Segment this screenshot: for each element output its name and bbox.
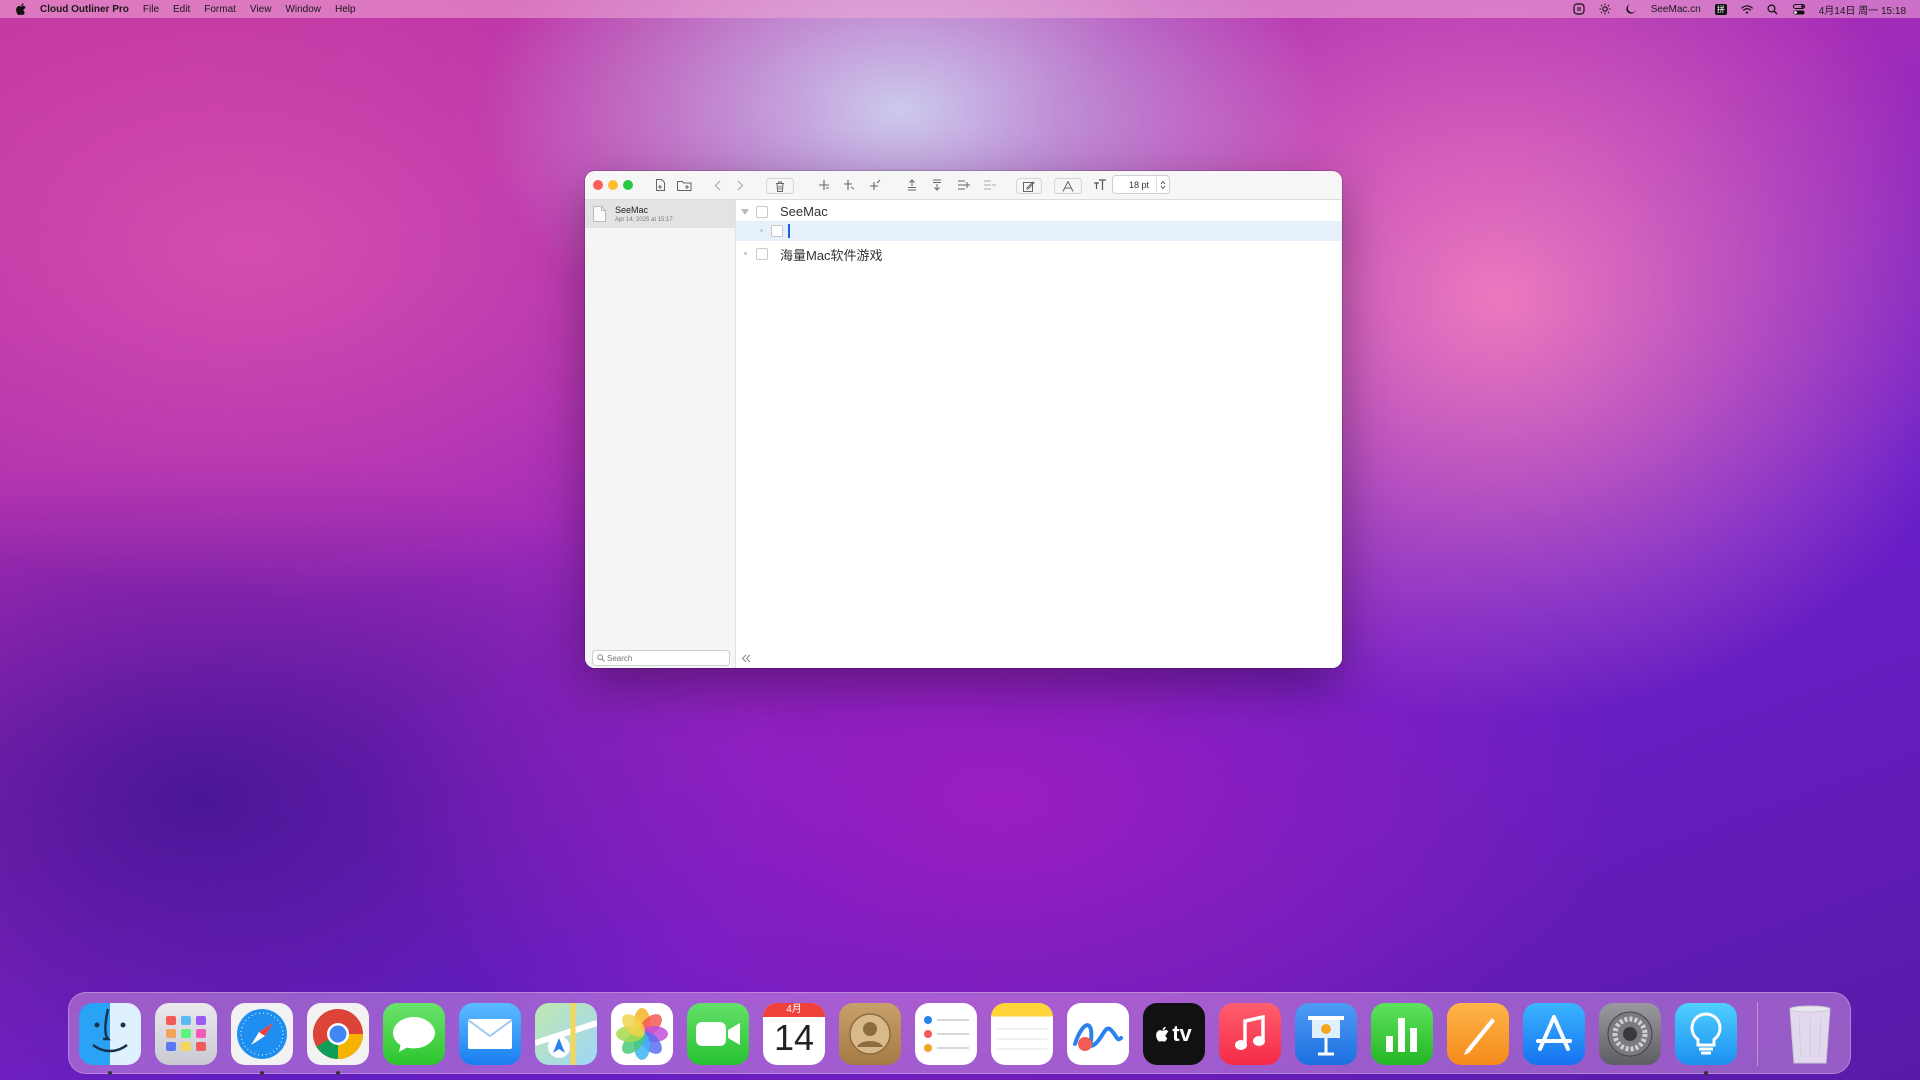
- calendar-day: 14: [773, 1017, 815, 1058]
- document-date: Apr 14, 2025 at 15:17: [615, 217, 673, 223]
- dock-trash-icon[interactable]: [1779, 1003, 1841, 1065]
- dock-running-indicator: [336, 1071, 340, 1075]
- outdent-icon[interactable]: [982, 177, 996, 193]
- tv-label: tv: [1172, 1021, 1192, 1046]
- dock-maps-icon[interactable]: [535, 1003, 597, 1065]
- input-method-icon[interactable]: 拼: [1714, 3, 1727, 15]
- dock-apple-tv-icon[interactable]: tv: [1143, 1003, 1205, 1065]
- add-row-icon[interactable]: [817, 177, 831, 193]
- menu-edit[interactable]: Edit: [173, 4, 190, 15]
- dock-running-indicator: [108, 1071, 112, 1075]
- dock-system-settings-icon[interactable]: [1599, 1003, 1661, 1065]
- outline-row[interactable]: SeeMac: [736, 202, 1342, 222]
- row-text[interactable]: 海量Mac软件游戏: [780, 245, 883, 264]
- spotlight-search-icon[interactable]: [1767, 3, 1779, 15]
- dock-mail-icon[interactable]: [459, 1003, 521, 1065]
- search-input[interactable]: [607, 653, 717, 663]
- text-cursor: [788, 224, 790, 238]
- menu-format[interactable]: Format: [204, 4, 236, 15]
- outline-row[interactable]: 海量Mac软件游戏: [736, 244, 1342, 264]
- row-checkbox[interactable]: [756, 248, 768, 260]
- dock-facetime-icon[interactable]: [687, 1003, 749, 1065]
- window-toolbar: 18 pt: [585, 171, 1342, 200]
- dock-freeform-icon[interactable]: [1067, 1003, 1129, 1065]
- row-text[interactable]: SeeMac: [780, 204, 828, 219]
- document-list-item[interactable]: SeeMac Apr 14, 2025 at 15:17: [585, 200, 735, 228]
- focus-moon-icon[interactable]: [1625, 3, 1637, 15]
- menu-window[interactable]: Window: [285, 4, 321, 15]
- dock-safari-icon[interactable]: [231, 1003, 293, 1065]
- document-title: SeeMac: [615, 205, 649, 215]
- dock-running-indicator: [260, 1071, 264, 1075]
- dock-divider: [1757, 1002, 1758, 1066]
- dock-messages-icon[interactable]: [383, 1003, 445, 1065]
- add-child-row-icon[interactable]: [842, 177, 856, 193]
- dock-reminders-icon[interactable]: [915, 1003, 977, 1065]
- back-icon[interactable]: [711, 177, 723, 193]
- dock-calendar-icon[interactable]: 4月 14: [763, 1003, 825, 1065]
- add-parent-row-icon[interactable]: [868, 177, 882, 193]
- sidebar-search[interactable]: [592, 650, 730, 666]
- search-icon: [597, 654, 605, 662]
- dock-photos-icon[interactable]: [611, 1003, 673, 1065]
- font-size-value[interactable]: 18 pt: [1129, 180, 1156, 190]
- zoom-window-button[interactable]: [623, 180, 633, 190]
- dock-cloud-outliner-icon[interactable]: [1675, 1003, 1737, 1065]
- menu-bar: Cloud Outliner Pro File Edit Format View…: [0, 0, 1920, 18]
- menu-help[interactable]: Help: [335, 4, 356, 15]
- brightness-icon[interactable]: [1599, 3, 1611, 15]
- document-file-icon: [593, 206, 606, 227]
- wifi-icon[interactable]: [1740, 3, 1753, 15]
- trash-icon[interactable]: [766, 178, 794, 194]
- apple-menu-icon[interactable]: [14, 2, 28, 16]
- dock-notes-icon[interactable]: [991, 1003, 1053, 1065]
- font-size-field[interactable]: 18 pt: [1112, 175, 1170, 194]
- collapse-sidebar-icon[interactable]: [741, 650, 751, 668]
- close-window-button[interactable]: [593, 180, 603, 190]
- move-up-icon[interactable]: [905, 177, 919, 193]
- outline-editor[interactable]: SeeMac 海量Mac软件游戏: [736, 200, 1342, 668]
- menubar-site-label[interactable]: SeeMac.cn: [1651, 4, 1701, 15]
- font-size-icon[interactable]: [1092, 177, 1108, 193]
- disclosure-expanded-icon[interactable]: [740, 207, 750, 217]
- screen-status-icon[interactable]: [1573, 3, 1585, 15]
- new-folder-icon[interactable]: [675, 177, 693, 193]
- menubar-clock[interactable]: 4月14日 周一 15:18: [1819, 2, 1906, 17]
- dock-running-indicator: [1704, 1071, 1708, 1075]
- forward-icon[interactable]: [734, 177, 746, 193]
- menu-app-name[interactable]: Cloud Outliner Pro: [40, 4, 129, 15]
- dock-contacts-icon[interactable]: [839, 1003, 901, 1065]
- apple-logo-icon: [1156, 1026, 1169, 1042]
- row-checkbox[interactable]: [771, 225, 783, 237]
- control-center-icon[interactable]: [1792, 3, 1805, 15]
- dock-numbers-icon[interactable]: [1371, 1003, 1433, 1065]
- outliner-window: 18 pt SeeMac Apr 14, 2025 at 15:17 SeeMa…: [585, 171, 1342, 668]
- row-bullet: [744, 252, 747, 255]
- new-document-icon[interactable]: [653, 177, 667, 193]
- note-edit-icon[interactable]: [1016, 178, 1042, 194]
- documents-sidebar: SeeMac Apr 14, 2025 at 15:17: [585, 200, 736, 668]
- dock-music-icon[interactable]: [1219, 1003, 1281, 1065]
- dock-keynote-icon[interactable]: [1295, 1003, 1357, 1065]
- minimize-window-button[interactable]: [608, 180, 618, 190]
- menu-file[interactable]: File: [143, 4, 159, 15]
- font-style-icon[interactable]: [1054, 178, 1082, 194]
- dock-pages-icon[interactable]: [1447, 1003, 1509, 1065]
- outline-row-editing[interactable]: [736, 221, 1342, 241]
- font-size-stepper-icon[interactable]: [1156, 177, 1169, 192]
- move-down-icon[interactable]: [930, 177, 944, 193]
- dock-finder-icon[interactable]: [79, 1003, 141, 1065]
- menu-view[interactable]: View: [250, 4, 272, 15]
- dock-launchpad-icon[interactable]: [155, 1003, 217, 1065]
- row-checkbox[interactable]: [756, 206, 768, 218]
- dock-chrome-icon[interactable]: [307, 1003, 369, 1065]
- indent-icon[interactable]: [956, 177, 970, 193]
- calendar-month: 4月: [763, 1003, 825, 1017]
- dock-app-store-icon[interactable]: [1523, 1003, 1585, 1065]
- row-bullet: [760, 229, 763, 232]
